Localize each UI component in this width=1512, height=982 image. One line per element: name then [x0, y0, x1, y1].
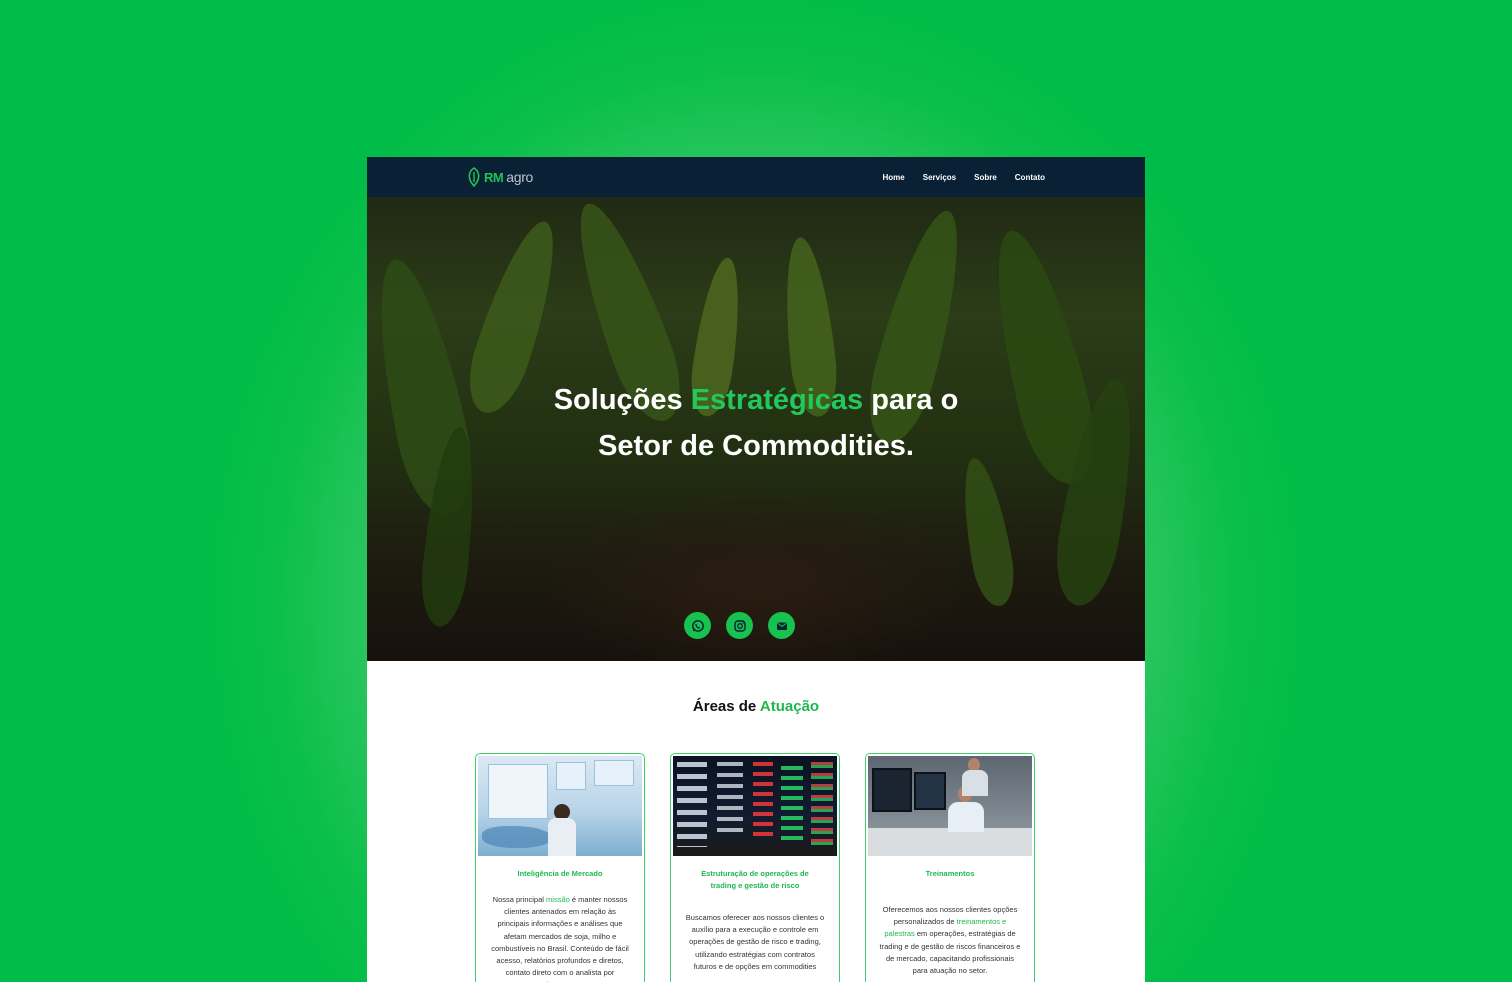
email-button[interactable]	[768, 612, 795, 639]
market-dashboard-image	[478, 756, 642, 856]
ticker-column	[811, 762, 833, 847]
hero-headline: Soluções Estratégicas para o Setor de Co…	[367, 377, 1145, 469]
card-text: Oferecemos aos nossos clientes opções pe…	[866, 904, 1034, 977]
nav-links: Home Serviços Sobre Contato	[883, 173, 1045, 182]
email-icon	[776, 622, 787, 630]
card-text: Nossa principal missão é manter nossos c…	[476, 894, 644, 982]
monitor-shape	[872, 768, 912, 812]
card-text-pre: Buscamos oferecer aos nossos clientes o …	[685, 913, 825, 971]
service-card-trading[interactable]: Estruturação de operações de trading e g…	[670, 753, 840, 982]
person-body	[548, 818, 576, 856]
hero-line2: Setor de Commodities.	[598, 430, 914, 462]
hero-line1-accent: Estratégicas	[690, 384, 864, 416]
card-title: Estruturação de operações de trading e g…	[701, 869, 809, 890]
ticker-column	[717, 762, 743, 837]
areas-title-accent: Atuação	[759, 698, 820, 715]
world-map-shape	[482, 826, 552, 848]
nav-home[interactable]: Home	[883, 173, 905, 182]
social-links	[684, 612, 795, 639]
nav-contato[interactable]: Contato	[1015, 173, 1045, 182]
service-card-treinamentos[interactable]: Treinamentos Oferecemos aos nossos clien…	[865, 753, 1035, 982]
hero-line1-post: para o	[863, 384, 959, 416]
instagram-icon	[733, 619, 746, 632]
hero-line1-pre: Soluções	[553, 384, 691, 416]
brand-agro: agro	[506, 169, 534, 185]
card-text: Buscamos oferecer aos nossos clientes o …	[671, 912, 839, 973]
monitor-shape	[914, 772, 946, 810]
hero-section: Soluções Estratégicas para o Setor de Co…	[367, 197, 1145, 661]
stock-board-image	[673, 756, 837, 856]
ticker-column	[753, 762, 773, 842]
card-text-pre: Nossa principal	[492, 895, 547, 904]
top-navbar: RM agro Home Serviços Sobre Contato	[367, 157, 1145, 197]
card-text-post: é manter nossos clientes antenados em re…	[491, 895, 629, 982]
card-text-highlight: missão	[546, 895, 570, 904]
brand-rm: RM	[484, 169, 504, 185]
brand-logo[interactable]: RM agro	[467, 167, 533, 187]
person-body	[962, 770, 988, 796]
dashboard-panel	[594, 760, 634, 786]
card-title: Treinamentos	[925, 869, 975, 878]
service-card-inteligencia[interactable]: Inteligência de Mercado Nossa principal …	[475, 753, 645, 982]
nav-sobre[interactable]: Sobre	[974, 173, 997, 182]
dashboard-panel	[488, 764, 548, 819]
instagram-button[interactable]	[726, 612, 753, 639]
areas-section-title: Áreas de Atuação	[367, 698, 1145, 715]
whatsapp-button[interactable]	[684, 612, 711, 639]
card-title: Inteligência de Mercado	[517, 869, 603, 878]
whatsapp-icon	[691, 619, 704, 632]
leaf-logo-icon	[468, 167, 480, 187]
dashboard-panel	[556, 762, 586, 790]
person-body	[948, 802, 984, 832]
website-screenshot: RM agro Home Serviços Sobre Contato Solu…	[367, 157, 1145, 982]
areas-title-pre: Áreas de	[692, 698, 760, 715]
training-office-image	[868, 756, 1032, 856]
ticker-column	[781, 766, 803, 846]
desk-shape	[868, 828, 1032, 856]
ticker-column	[677, 762, 707, 847]
nav-servicos[interactable]: Serviços	[923, 173, 956, 182]
